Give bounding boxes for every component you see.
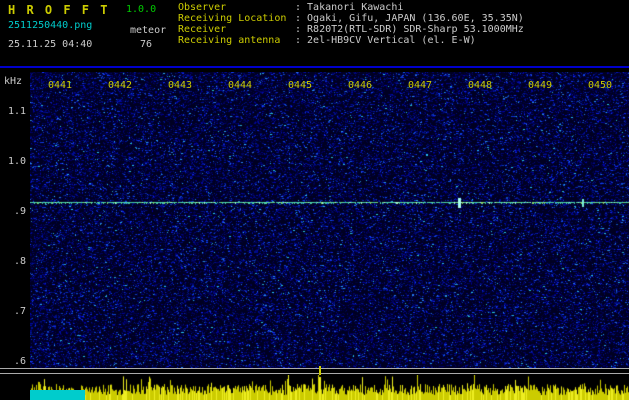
- info-value: R820T2(RTL-SDR) SDR-Sharp 53.1000MHz: [301, 24, 524, 35]
- observation-mode-label: meteor: [130, 26, 166, 36]
- time-marker-tick: [319, 366, 321, 375]
- level-scale-line-lower: [0, 373, 629, 374]
- time-tick-label: 0445: [287, 81, 313, 91]
- time-tick-label: 0443: [167, 81, 193, 91]
- time-tick-label: 0450: [587, 81, 613, 91]
- station-info: Observer: Takanori Kawachi Receiving Loca…: [178, 3, 524, 47]
- info-label: Receiving Location: [178, 14, 295, 24]
- time-tick-label: 0447: [407, 81, 433, 91]
- info-label: Observer: [178, 3, 295, 13]
- freq-tick-label: 1.1: [0, 107, 26, 117]
- echo-count: 76: [140, 40, 152, 50]
- time-tick-label: 0442: [107, 81, 133, 91]
- level-scale-line-upper: [0, 368, 629, 369]
- time-tick-label: 0449: [527, 81, 553, 91]
- info-value: Takanori Kawachi: [301, 2, 403, 13]
- level-marker-block: [30, 390, 85, 400]
- info-label: Receiver: [178, 25, 295, 35]
- time-tick-label: 0446: [347, 81, 373, 91]
- info-row-antenna: Receiving antenna:2el-HB9CV Vertical (el…: [178, 36, 524, 47]
- freq-tick-label: 1.0: [0, 157, 26, 167]
- hrofft-output-screen: H R O F F T 1.0.0 2511250440.png meteor …: [0, 0, 629, 400]
- observation-datetime: 25.11.25 04:40: [8, 40, 92, 50]
- freq-tick-label: .8: [0, 257, 26, 267]
- freq-tick-label: .9: [0, 207, 26, 217]
- level-canvas: [30, 375, 629, 400]
- frequency-unit-label: kHz: [4, 77, 22, 87]
- header-separator-line: [0, 66, 629, 68]
- output-filename: 2511250440.png: [8, 21, 92, 31]
- info-value: Ogaki, Gifu, JAPAN (136.60E, 35.35N): [301, 13, 524, 24]
- freq-tick-label: .6: [0, 357, 26, 367]
- info-label: Receiving antenna: [178, 36, 295, 46]
- app-version: 1.0.0: [126, 5, 156, 15]
- time-tick-label: 0444: [227, 81, 253, 91]
- time-tick-label: 0448: [467, 81, 493, 91]
- app-title: H R O F F T: [8, 4, 109, 16]
- freq-tick-label: .7: [0, 307, 26, 317]
- info-value: 2el-HB9CV Vertical (el. E-W): [301, 35, 476, 46]
- spectrogram-canvas: [30, 72, 629, 368]
- time-tick-label: 0441: [47, 81, 73, 91]
